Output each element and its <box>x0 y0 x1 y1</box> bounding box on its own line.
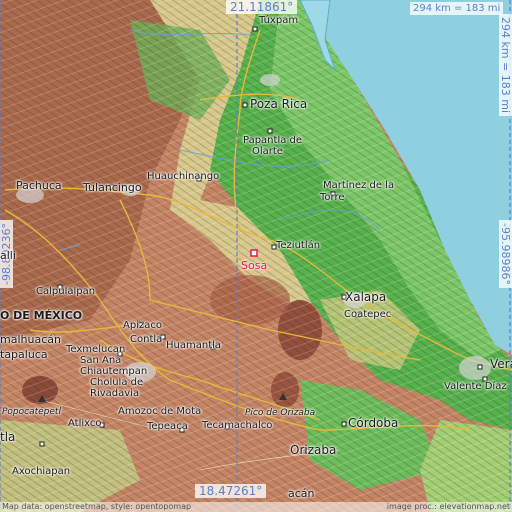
place-tuxpam: Túxpam <box>259 15 299 26</box>
place-apizaco: Apizaco <box>123 320 162 331</box>
place-martinez-2: Torre <box>320 192 345 203</box>
attribution-left: Map data: openstreetmap, style: opentopo… <box>2 502 192 511</box>
bottom-latitude-label: 18.47261° <box>195 484 267 498</box>
place-texmelucan: Texmelucan <box>66 344 126 355</box>
scale-vertical-label: 294 km = 183 mi <box>499 14 512 117</box>
place-huauchinango: Huauchinango <box>147 171 220 182</box>
place-tla: tla <box>0 430 16 444</box>
place-calpulalpan: Calpulalpan <box>36 286 96 297</box>
location-marker <box>250 249 258 257</box>
highlight-location-label: Sosa <box>241 259 268 272</box>
place-tapaluca: tapaluca <box>0 348 48 361</box>
place-veracruz: Vera <box>490 357 512 371</box>
place-cordoba: Córdoba <box>348 416 399 430</box>
attribution-right: image proc.: elevationmap.net <box>386 502 510 511</box>
place-orizaba: Orizaba <box>290 443 337 457</box>
place-martinez-1: Martínez de la <box>323 180 395 191</box>
place-teziutlan: Teziutlán <box>276 240 321 251</box>
place-pachuca: Pachuca <box>16 179 62 192</box>
place-xalapa: Xalapa <box>345 290 387 304</box>
place-contla: Contla <box>130 334 163 345</box>
place-papantla-1: Papantla de <box>243 135 303 146</box>
place-poza-rica: Poza Rica <box>250 97 308 111</box>
place-malhuacan: malhuacán <box>0 333 61 346</box>
right-longitude-label: -95.98986° <box>499 220 512 288</box>
place-papantla-2: Olarte <box>252 146 283 157</box>
map-attribution: Map data: openstreetmap, style: opentopo… <box>0 502 512 512</box>
place-cholula-1: Cholula de <box>90 377 144 388</box>
place-huamantla: Huamantla <box>166 340 222 351</box>
place-popocatepetl: Popocatépetl <box>2 407 61 417</box>
place-axochiapan: Axochiapan <box>12 466 71 477</box>
place-coatepec: Coatepec <box>344 309 392 320</box>
place-acan: acán <box>288 487 315 500</box>
place-tecamachalco: Tecamachalco <box>202 420 273 431</box>
place-mexico: O DE MÉXICO <box>0 309 83 322</box>
place-alli: alli <box>0 249 16 262</box>
place-pico-de-orizaba: Pico de Orizaba <box>245 408 316 418</box>
terrain-map[interactable] <box>0 0 512 512</box>
place-atlixco: Atlixco <box>68 418 102 429</box>
place-san-ana: San Ana <box>80 355 122 366</box>
place-tulancingo: Tulancingo <box>83 181 142 194</box>
scale-horizontal-label: 294 km = 183 mi <box>410 2 504 15</box>
place-valente-diaz: Valente Díaz <box>444 381 507 392</box>
top-latitude-label: 21.11861° <box>226 0 298 14</box>
place-amozoc: Amozoc de Mota <box>118 406 202 417</box>
place-tepeaca: Tepeaca <box>147 421 188 432</box>
place-cholula-2: Rivadavia <box>90 388 140 399</box>
place-chiautempan: Chiautempan <box>80 366 148 377</box>
